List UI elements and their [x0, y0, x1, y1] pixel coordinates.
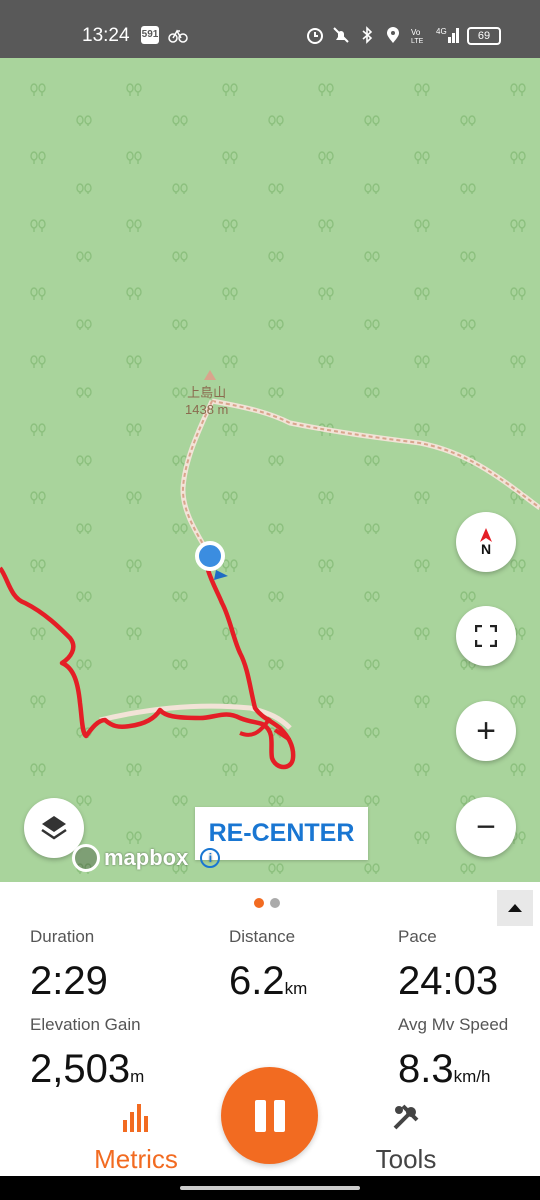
metric-distance: Distance 6.2km	[229, 927, 307, 1004]
fullscreen-icon	[475, 625, 497, 647]
layers-icon	[41, 816, 67, 840]
tools-icon	[393, 1104, 419, 1130]
volte-icon: VoLTE	[411, 28, 424, 44]
tab-metrics[interactable]: Metrics	[88, 1102, 184, 1172]
page-indicator	[254, 898, 280, 908]
mapbox-attribution: mapbox	[104, 845, 189, 870]
metric-label: Avg Mv Speed	[398, 1015, 509, 1034]
system-nav-bar	[0, 1176, 540, 1200]
compass-button[interactable]: N	[456, 512, 516, 572]
metric-label: Duration	[30, 927, 95, 946]
compass-label: N	[480, 541, 492, 557]
svg-text:4G: 4G	[436, 27, 447, 36]
mute-icon	[333, 27, 349, 43]
home-handle[interactable]	[180, 1186, 360, 1190]
map-view[interactable]: 上島山 1438 m N + − RE-CENTER mapbox i	[0, 58, 540, 882]
page-dot	[270, 898, 280, 908]
metric-avg-speed: Avg Mv Speed 8.3km/h	[398, 1015, 508, 1092]
metric-unit: km/h	[453, 1067, 491, 1086]
notification-badge: 591	[141, 26, 159, 44]
peak-elevation: 1438 m	[185, 402, 229, 417]
fullscreen-button[interactable]	[456, 606, 516, 666]
alarm-icon	[307, 28, 323, 44]
page-dot-active	[254, 898, 264, 908]
pause-icon	[254, 1099, 266, 1132]
minus-icon: −	[476, 807, 496, 846]
metric-label: Pace	[398, 927, 437, 946]
bike-icon	[168, 29, 188, 43]
metric-label: Distance	[229, 927, 296, 946]
peak-label: 上島山 1438 m	[185, 384, 228, 418]
status-time: 13:24	[82, 25, 130, 46]
mapbox-logo: mapbox i	[72, 844, 221, 872]
location-icon	[387, 27, 399, 43]
tab-label: Metrics	[94, 1144, 178, 1172]
map-canvas	[0, 58, 540, 882]
recenter-button[interactable]: RE-CENTER	[195, 807, 368, 860]
metric-label: Elevation Gain	[30, 1015, 141, 1034]
pause-button[interactable]	[221, 1067, 318, 1164]
bar-chart-icon	[123, 1104, 148, 1132]
metrics-panel: Duration 2:29 Distance 6.2km Pace 24:03 …	[0, 882, 540, 1200]
info-icon[interactable]: i	[200, 848, 221, 868]
status-bar: 13:24 591 Vo LTE 4G 69	[0, 0, 540, 58]
metric-value: 6.2km	[229, 959, 308, 1003]
metric-pace: Pace 24:03	[398, 927, 498, 1004]
compass-arrow-icon	[480, 528, 492, 542]
zoom-out-button[interactable]: −	[456, 797, 516, 857]
tab-label: Tools	[375, 1144, 437, 1172]
svg-text:LTE: LTE	[411, 38, 424, 44]
status-icons: Vo LTE 4G	[306, 26, 462, 44]
current-location-icon	[195, 541, 225, 571]
metric-duration: Duration 2:29	[30, 927, 108, 1004]
mapbox-logo-icon	[72, 844, 100, 872]
metric-elevation-gain: Elevation Gain 2,503m	[30, 1015, 144, 1092]
svg-text:Vo: Vo	[411, 28, 421, 37]
metric-value: 24:03	[398, 959, 499, 1003]
metric-value: 2,503m	[30, 1047, 145, 1091]
metric-value: 2:29	[30, 959, 108, 1003]
battery-icon: 69	[467, 27, 501, 45]
plus-icon: +	[476, 711, 496, 750]
metric-unit: m	[130, 1067, 145, 1086]
zoom-in-button[interactable]: +	[456, 701, 516, 761]
metric-unit: km	[284, 979, 308, 998]
caret-up-icon	[508, 904, 522, 912]
signal-4g-icon: 4G	[436, 27, 459, 43]
collapse-button[interactable]	[497, 890, 533, 926]
tab-tools[interactable]: Tools	[358, 1102, 454, 1172]
peak-name: 上島山	[187, 385, 227, 400]
metric-value: 8.3km/h	[398, 1047, 491, 1091]
bluetooth-icon	[362, 26, 373, 44]
